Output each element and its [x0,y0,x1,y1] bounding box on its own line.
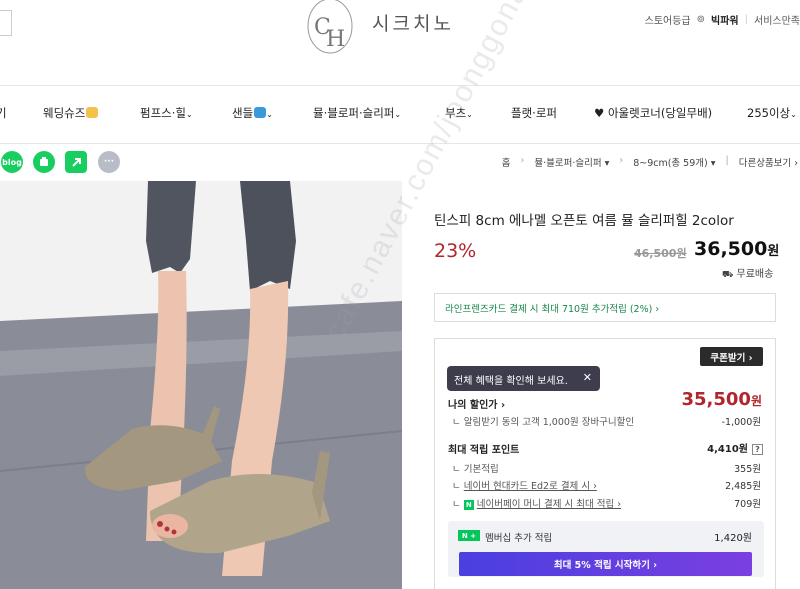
membership-label: 멤버십 추가 적립 [485,533,553,544]
share-breadcrumb-bar: blog ··· 홈 › 뮬·블로퍼·슬리퍼 ▾ › 8~9cm(총 59개) … [0,145,800,181]
points-label: 최대 적립 포인트 [448,445,520,456]
store-grade-label: 스토어등급 [644,16,691,27]
breadcrumb-separator: › [619,155,624,166]
nav-item-flats[interactable]: 플랫·로퍼 [511,105,557,121]
alarm-discount-value: -1,000원 [721,417,761,428]
more-share-icon[interactable]: ··· [98,151,120,173]
product-title: 틴스피 8cm 에나멜 오픈토 여름 뮬 슬리퍼힐 2color [434,213,734,229]
nav-item-mules[interactable]: 뮬·블로퍼·슬리퍼⌄ [313,105,401,121]
coupon-button[interactable]: 쿠폰받기 › [700,347,763,366]
logo-emblem-icon: C H [307,0,353,54]
my-price-label[interactable]: 나의 할인가 › [448,396,505,411]
naver-plus-badge: N + [458,530,480,541]
basic-points-label: ㄴ 기본적립 [452,464,499,475]
npay-money-value: 709원 [734,499,761,510]
product-image[interactable] [0,181,402,589]
breadcrumb-separator: | [725,155,729,166]
hyundai-card-link[interactable]: ㄴ 네이버 현대카드 Ed2로 결제 시 › [452,478,597,492]
brand-name: 시크치노 [372,13,454,35]
svg-text:H: H [326,27,345,52]
chevron-down-icon: ⌄ [185,110,193,119]
card-promo-text: 라인프렌즈카드 결제 시 최대 710원 추가적립 (2%) › [445,304,660,315]
points-value: 4,410원? [707,440,763,455]
my-price: 35,500원 [681,389,762,410]
close-icon[interactable]: ✕ [583,371,592,384]
membership-value: 1,420원 [714,533,752,544]
card-promo-bar[interactable]: 라인프렌즈카드 결제 시 최대 710원 추가적립 (2%) › [434,293,776,322]
breadcrumb-home[interactable]: 홈 [502,155,511,169]
nav-item-255[interactable]: 255이상⌄ [747,105,797,121]
top-links: 스토어등급 ⊚ 빅파워 | 서비스만족 [645,12,800,27]
sale-price-value: 36,500 [694,238,768,260]
arrow-share-icon[interactable] [65,151,87,173]
sale-price-unit: 원 [767,244,780,259]
npay-icon: N [463,500,474,510]
benefit-tooltip: 전체 혜택을 확인해 보세요. ✕ [447,366,600,391]
help-icon[interactable]: ? [752,444,763,455]
breadcrumb-separator: › [520,155,525,166]
service-link[interactable]: 서비스만족 [754,12,800,27]
breadcrumb-category[interactable]: 뮬·블로퍼·슬리퍼 ▾ [534,155,609,169]
breadcrumb: 홈 › 뮬·블로퍼·슬리퍼 ▾ › 8~9cm(총 59개) ▾ | 다른상품보… [502,155,798,169]
breadcrumb-subcategory[interactable]: 8~9cm(총 59개) ▾ [633,155,715,169]
hyundai-card-value: 2,485원 [725,481,761,492]
chevron-down-icon: ⌄ [394,110,402,119]
ring-emoji-icon [86,107,99,118]
chevron-down-icon: ⌄ [266,110,273,119]
start-membership-button[interactable]: 최대 5% 적립 시작하기 › [459,552,752,576]
other-products-link[interactable]: 다른상품보기 › [739,155,798,169]
product-photo-illustration [0,181,402,589]
sale-price: 36,500원 [694,238,779,260]
chevron-down-icon: ⌄ [466,110,473,119]
search-input[interactable] [0,10,12,36]
discount-rate: 23% [434,240,477,262]
wave-emoji-icon [254,107,267,118]
nav-item-0[interactable]: 기 [0,105,7,121]
category-nav: 기 웨딩슈즈 펌프스·힐⌄ 샌들 ⌄ 뮬·블로퍼·슬리퍼⌄ 부츠⌄ 플랫·로퍼 ♥… [0,86,800,144]
divider: | [744,14,748,25]
nav-item-boots[interactable]: 부츠⌄ [445,105,473,121]
talk-share-icon[interactable] [33,151,55,173]
nav-item-sandals[interactable]: 샌들 ⌄ [232,105,273,121]
blog-share-icon[interactable]: blog [1,151,23,173]
nav-item-outlet[interactable]: ♥ 아울렛코너(당일무배) [594,105,712,121]
medal-icon: ⊚ [696,14,706,25]
nav-item-pumps[interactable]: 펌프스·힐⌄ [140,105,193,121]
free-shipping: ⛟ 무료배송 [722,269,774,280]
chevron-down-icon: ⌄ [790,110,797,119]
truck-icon: ⛟ [722,270,734,280]
alarm-discount-label: ㄴ 알림받기 동의 고객 1,000원 장바구니할인 [452,417,635,428]
original-price: 46,500원 [634,247,687,260]
grade-name: 빅파워 [711,16,739,27]
basic-points-value: 355원 [734,464,761,475]
site-header: C H 시크치노 스토어등급 ⊚ 빅파워 | 서비스만족 [0,0,800,86]
nav-item-wedding[interactable]: 웨딩슈즈 [43,105,99,121]
npay-money-link[interactable]: ㄴ N 네이버페이 머니 결제 시 최대 적립 › [452,496,621,510]
